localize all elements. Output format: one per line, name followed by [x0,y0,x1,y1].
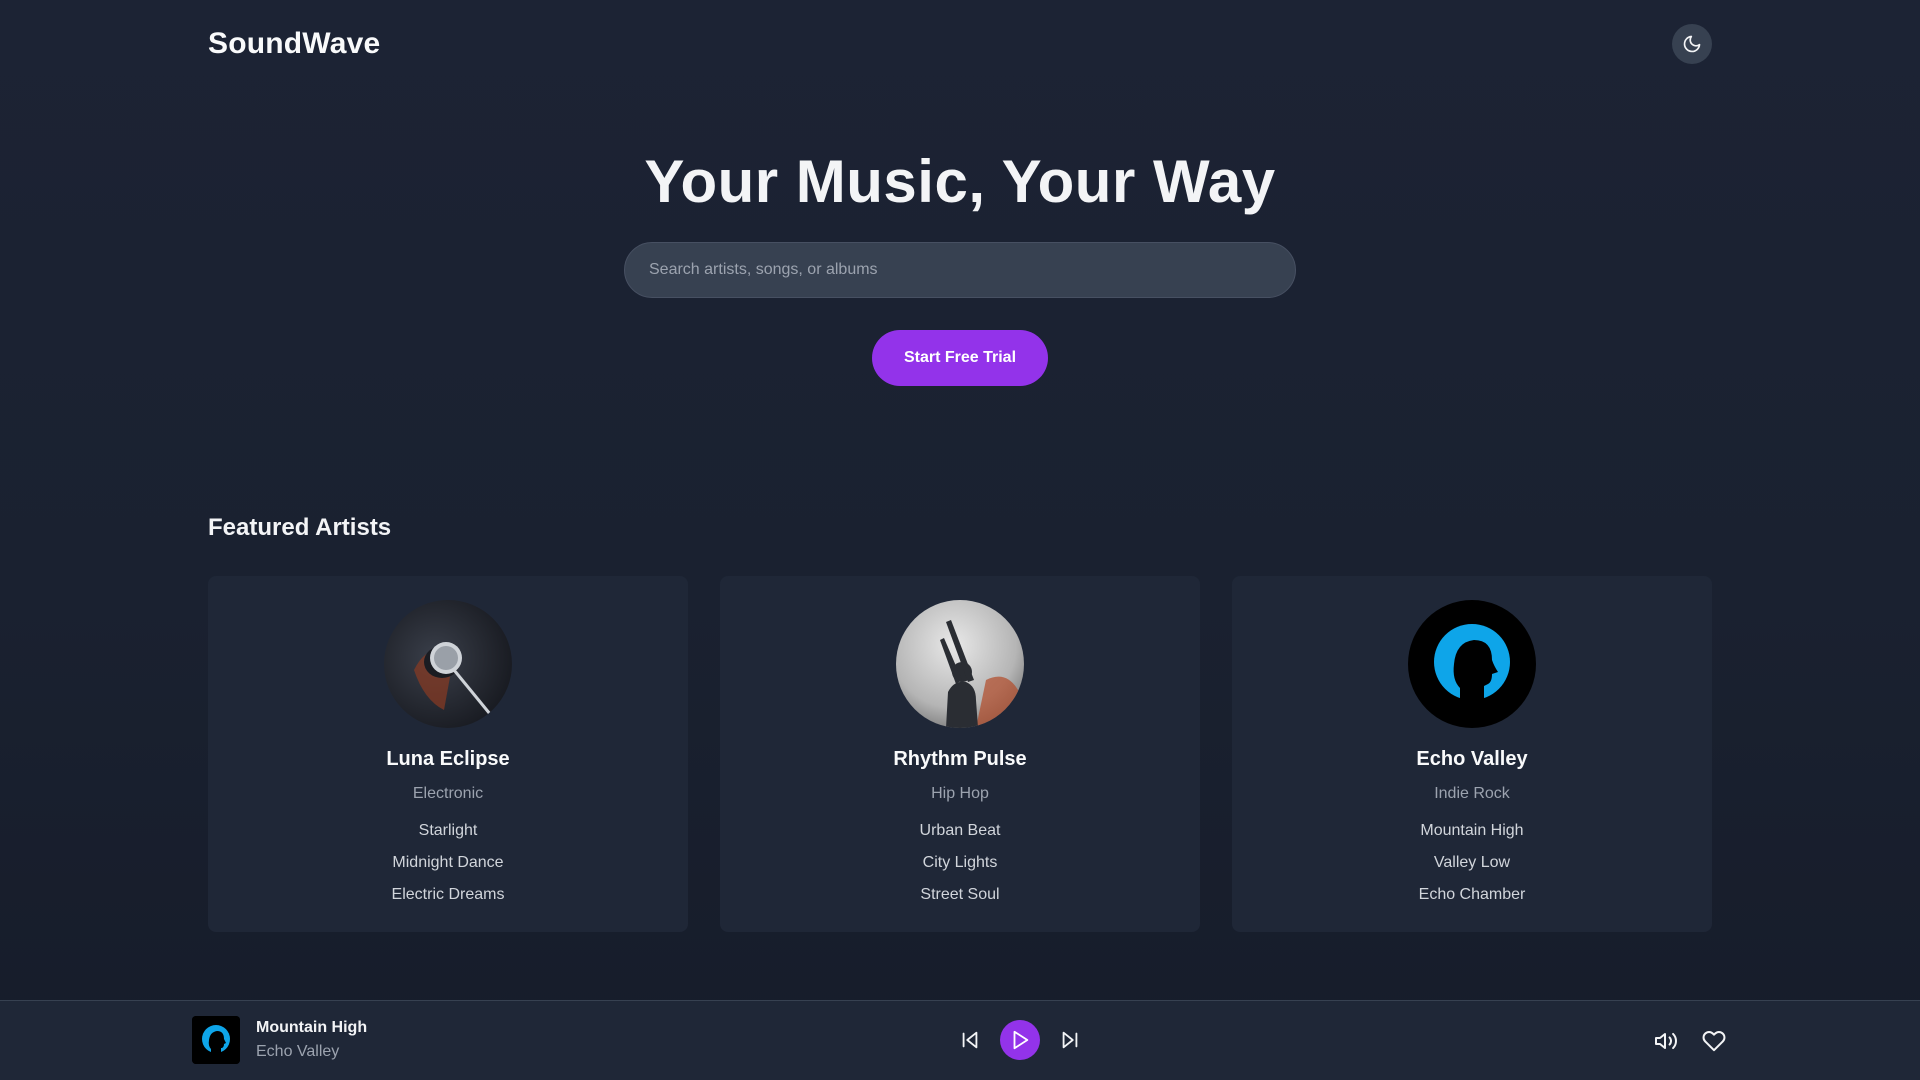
skip-back-icon [962,1031,978,1049]
track-list: Starlight Midnight Dance Electric Dreams [392,815,505,911]
start-free-trial-button[interactable]: Start Free Trial [872,330,1048,386]
track-item[interactable]: Midnight Dance [392,847,505,879]
featured-artists-section: Featured Artists Luna Eclipse Electronic… [208,514,1712,932]
play-button[interactable] [1000,1020,1040,1060]
now-playing-artist: Echo Valley [256,1043,340,1060]
track-item[interactable]: Urban Beat [920,815,1001,847]
artist-name: Echo Valley [1416,748,1528,770]
moon-icon [1683,35,1701,53]
like-button[interactable] [1696,1021,1732,1061]
artist-genre: Electronic [412,785,484,802]
artist-name: Rhythm Pulse [893,748,1027,770]
artist-name: Luna Eclipse [386,748,510,770]
track-item[interactable]: Street Soul [920,879,1001,911]
track-item[interactable]: City Lights [920,847,1001,879]
music-player-bar: Mountain High Echo Valley [0,1000,1920,1080]
artist-cards: Luna Eclipse Electronic Starlight Midnig… [208,576,1712,932]
track-list: Urban Beat City Lights Street Soul [920,815,1001,911]
artist-card[interactable]: Rhythm Pulse Hip Hop Urban Beat City Lig… [720,576,1200,932]
volume-icon [1655,1032,1677,1050]
track-item[interactable]: Starlight [392,815,505,847]
artist-card[interactable]: Luna Eclipse Electronic Starlight Midnig… [208,576,688,932]
app-logo[interactable]: SoundWave [208,27,380,61]
artist-avatar [896,600,1024,728]
previous-button[interactable] [952,1020,988,1060]
hero-section: Your Music, Your Way Start Free Trial [0,140,1920,386]
track-item[interactable]: Echo Chamber [1419,879,1526,911]
skip-forward-icon [1062,1031,1078,1049]
artist-avatar [384,600,512,728]
artist-genre: Hip Hop [931,785,989,802]
section-title: Featured Artists [208,514,392,541]
hero-title: Your Music, Your Way [644,148,1276,215]
volume-button[interactable] [1648,1021,1684,1061]
now-playing-info: Mountain High Echo Valley [256,1019,367,1061]
now-playing: Mountain High Echo Valley [192,1016,367,1064]
search-container [624,242,1296,298]
track-item[interactable]: Valley Low [1419,847,1526,879]
track-list: Mountain High Valley Low Echo Chamber [1419,815,1526,911]
artist-genre: Indie Rock [1434,785,1510,802]
top-bar: SoundWave [208,0,1712,88]
now-playing-artwork [192,1016,240,1064]
play-icon [1013,1030,1029,1050]
artist-card[interactable]: Echo Valley Indie Rock Mountain High Val… [1232,576,1712,932]
track-item[interactable]: Mountain High [1419,815,1526,847]
next-button[interactable] [1052,1020,1088,1060]
search-input[interactable] [624,242,1296,298]
now-playing-title: Mountain High [256,1019,368,1036]
heart-icon [1702,1031,1726,1052]
playback-controls [952,1020,1088,1060]
artist-avatar [1408,600,1536,728]
track-item[interactable]: Electric Dreams [392,879,505,911]
theme-toggle-button[interactable] [1672,24,1712,64]
secondary-controls [1648,1021,1732,1061]
